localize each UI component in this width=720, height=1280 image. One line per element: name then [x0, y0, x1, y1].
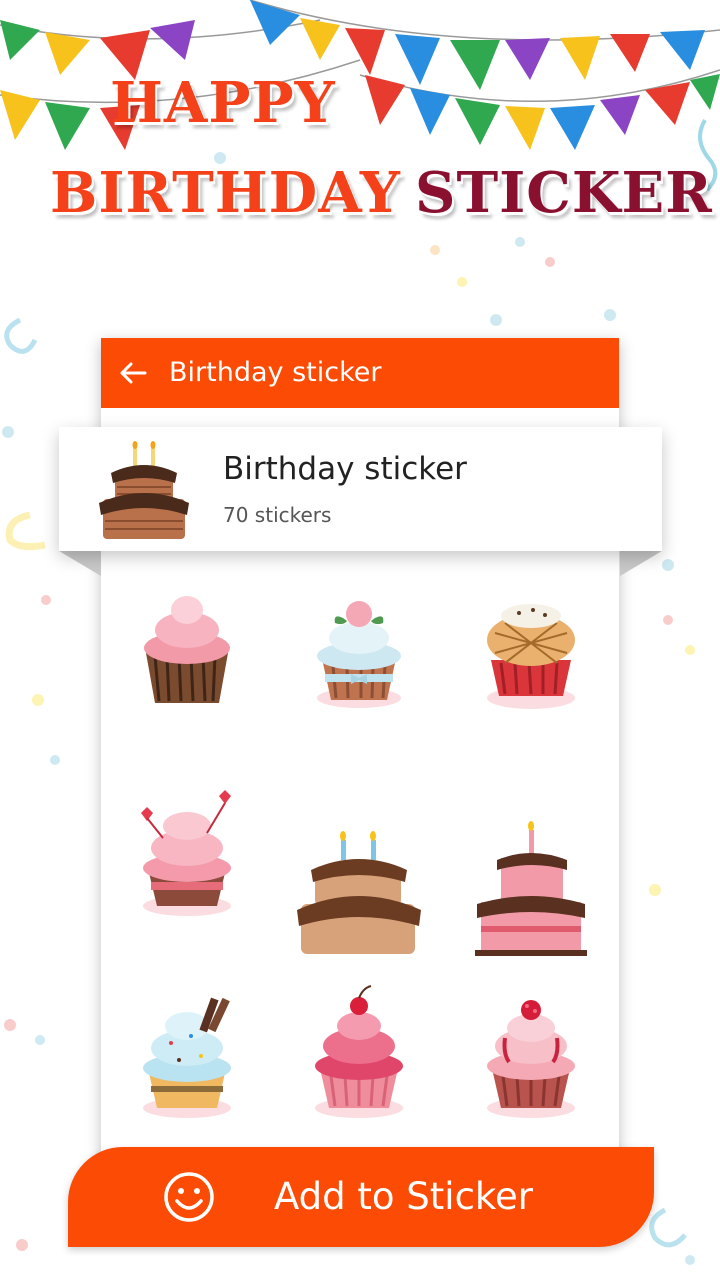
sticker-pack-card[interactable]: Birthday sticker 70 stickers: [59, 427, 662, 551]
arrow-left-icon[interactable]: [115, 355, 151, 391]
smiley-icon: [164, 1172, 214, 1222]
sticker-pink-layer-cake[interactable]: [445, 778, 617, 978]
card-fold-left: [59, 551, 101, 576]
sticker-grid: [101, 578, 619, 1198]
card-fold-right: [620, 551, 662, 576]
app-bar-title: Birthday sticker: [169, 357, 382, 388]
promo-title-sticker: STICKER: [415, 160, 713, 226]
add-to-sticker-button[interactable]: Add to Sticker: [68, 1147, 654, 1247]
pack-name: Birthday sticker: [223, 451, 467, 487]
sticker-rose-cupcake[interactable]: [273, 578, 445, 778]
pack-sticker-count: 70 stickers: [223, 503, 332, 527]
sticker-waffle-cupcake[interactable]: [445, 578, 617, 778]
app-bar: Birthday sticker: [101, 338, 619, 408]
sticker-chocolate-cake-candles[interactable]: [273, 778, 445, 978]
cake-icon: [99, 441, 189, 539]
sticker-pink-frosting-cupcake[interactable]: [101, 578, 273, 778]
add-to-sticker-label: Add to Sticker: [274, 1175, 533, 1218]
sticker-hearts-cupcake[interactable]: [101, 778, 273, 978]
promo-title-happy: HAPPY: [110, 70, 336, 136]
promo-title-birthday: BIRTHDAY: [50, 160, 401, 226]
